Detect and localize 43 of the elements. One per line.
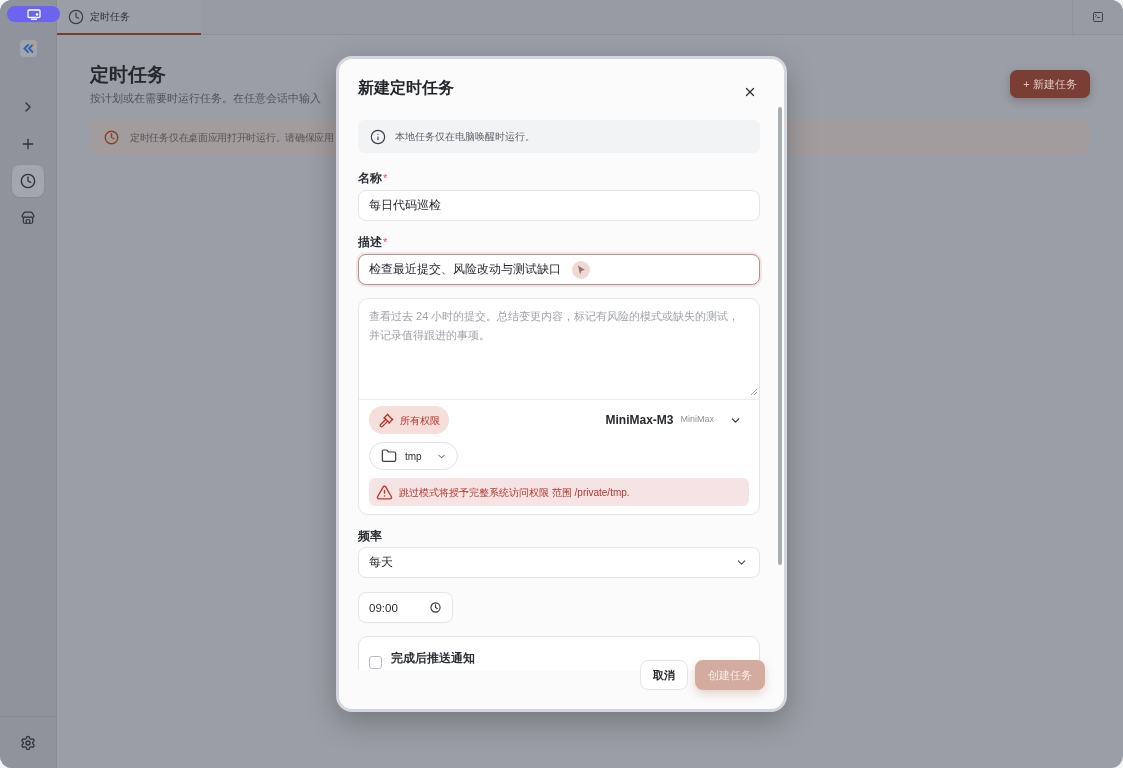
clock-icon bbox=[430, 602, 441, 613]
notify-checkbox[interactable] bbox=[369, 656, 382, 669]
warning-text: 跳过模式将授予完整系统访问权限 范围 /private/tmp. bbox=[399, 485, 630, 500]
new-task-button[interactable]: + 新建任务 bbox=[1010, 70, 1090, 98]
logo-icon bbox=[19, 40, 37, 57]
notice-text: 定时任务仅在桌面应用打开时运行。请确保应用 bbox=[130, 131, 334, 145]
store-icon bbox=[21, 211, 35, 225]
plus-icon bbox=[20, 136, 36, 152]
prompt-editor[interactable]: 查看过去 24 小时的提交。总结变更内容，标记有风险的模式或缺失的测试，并记录值得跟进的事项。 所有权限 MiniMax-M3 MiniMax tmp 跳过模式将授予完整系统访问权限 范围 /private/tmp. bbox=[358, 298, 760, 515]
cancel-button[interactable]: 取消 bbox=[640, 660, 688, 690]
info-icon bbox=[370, 128, 386, 145]
page-title: 定时任务 bbox=[90, 64, 167, 86]
clock-icon bbox=[20, 173, 36, 189]
required-mark: * bbox=[383, 234, 388, 250]
required-mark: * bbox=[383, 170, 388, 186]
folder-icon bbox=[381, 448, 397, 464]
field-label: 名称 bbox=[358, 170, 382, 187]
mouse-cursor-icon bbox=[572, 261, 590, 279]
folder-button[interactable]: tmp bbox=[369, 442, 458, 470]
clock-icon bbox=[68, 8, 84, 25]
prompt-field[interactable]: 查看过去 24 小时的提交。总结变更内容，标记有风险的模式或缺失的测试，并记录值得跟进的事项。 bbox=[359, 299, 759, 400]
resize-handle-icon[interactable] bbox=[751, 389, 757, 395]
notify-label: 完成后推送通知 bbox=[391, 651, 475, 665]
monitor-icon[interactable] bbox=[7, 6, 60, 22]
info-text: 本地任务仅在电脑唤醒时运行。 bbox=[395, 130, 535, 144]
model-selector[interactable]: MiniMax-M3 MiniMax bbox=[605, 411, 749, 429]
close-icon[interactable] bbox=[743, 85, 757, 99]
permission-button[interactable]: 所有权限 bbox=[369, 406, 449, 434]
gavel-icon bbox=[379, 412, 394, 428]
description-field[interactable]: 检查最近提交、风险改动与测试缺口 bbox=[358, 254, 760, 285]
field-label: 频率 bbox=[358, 528, 382, 545]
scrollbar-thumb[interactable] bbox=[778, 107, 782, 565]
field-label: 描述 bbox=[358, 234, 382, 251]
dialog-title: 新建定时任务 bbox=[358, 78, 454, 98]
frequency-select[interactable]: 每天 bbox=[358, 547, 760, 578]
name-field[interactable]: 每日代码巡检 bbox=[358, 190, 760, 221]
settings-icon[interactable] bbox=[20, 734, 36, 751]
page-subtitle: 按计划或在需要时运行任务。在任意会话中输入 bbox=[90, 91, 321, 106]
sidebar-item[interactable] bbox=[12, 165, 44, 197]
warning-icon bbox=[376, 483, 393, 501]
time-field[interactable]: 09:00 bbox=[358, 592, 453, 623]
terminal-icon[interactable] bbox=[1092, 11, 1104, 23]
clock-icon bbox=[104, 130, 119, 145]
